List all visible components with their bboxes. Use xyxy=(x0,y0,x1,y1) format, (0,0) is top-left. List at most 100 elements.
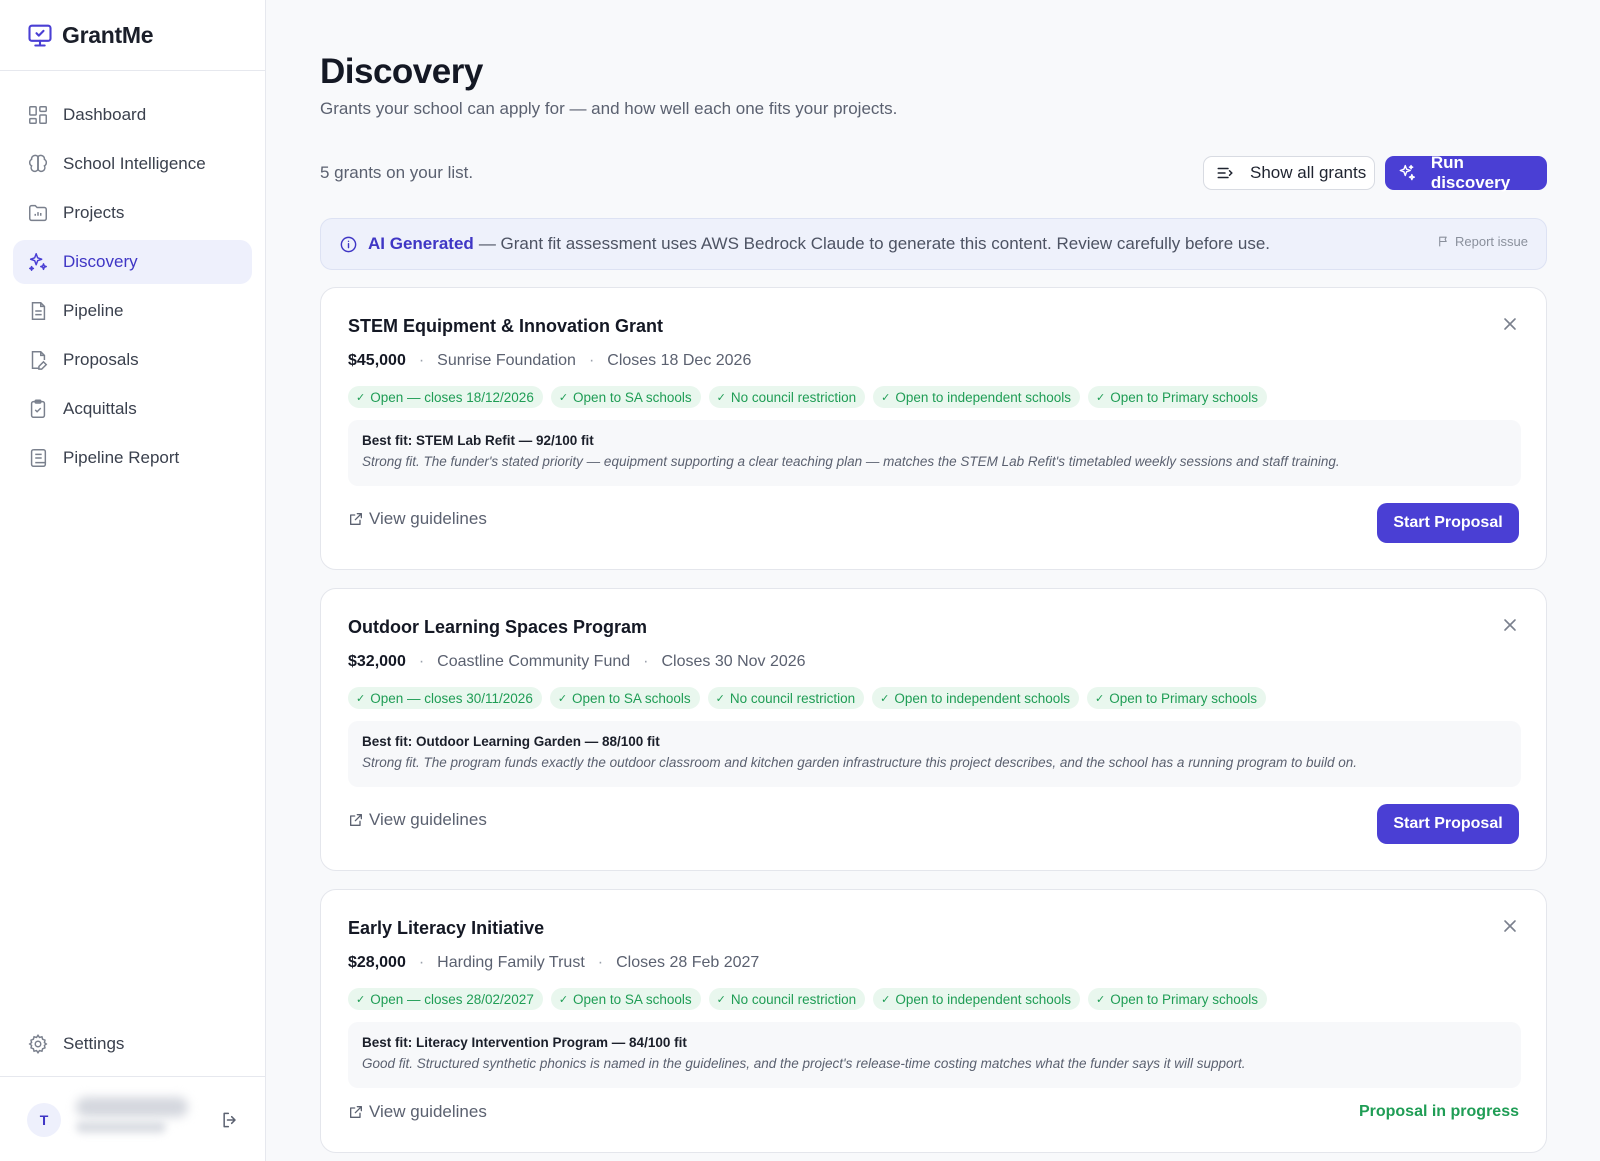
start-proposal-button[interactable]: Start Proposal xyxy=(1377,503,1519,543)
sidebar-item-pipeline-report[interactable]: Pipeline Report xyxy=(13,436,252,480)
check-icon: ✓ xyxy=(715,692,725,705)
eligibility-chips: ✓ Open — closes 30/11/2026 ✓ Open to SA sc… xyxy=(348,687,1267,709)
view-guidelines-link[interactable]: View guidelines xyxy=(348,509,487,529)
avatar[interactable]: T xyxy=(27,1103,61,1137)
sidebar-item-label: Pipeline xyxy=(63,301,124,320)
sidebar-item-label: Proposals xyxy=(63,350,139,369)
sidebar-item-label: Dashboard xyxy=(63,105,147,124)
grant-title: STEM Equipment & Innovation Grant xyxy=(348,316,663,336)
grant-title: Outdoor Learning Spaces Program xyxy=(348,617,648,637)
eligibility-chip: ✓ Open to Primary schools xyxy=(1087,687,1267,709)
view-guidelines-label: View guidelines xyxy=(369,509,487,528)
eligibility-chip: ✓ Open to independent schools xyxy=(873,386,1080,408)
check-icon: ✓ xyxy=(558,993,569,1006)
view-profile-redacted[interactable] xyxy=(76,1121,166,1133)
grant-amount: $45,000 xyxy=(348,352,406,369)
grant-amount: $32,000 xyxy=(348,653,406,670)
close-icon[interactable] xyxy=(1502,316,1518,332)
chip-label: Open to SA schools xyxy=(572,690,691,706)
report-issue-link[interactable]: Report issue xyxy=(1437,234,1528,249)
eligibility-chips: ✓ Open — closes 18/12/2026 ✓ Open to SA sc… xyxy=(348,386,1268,408)
grant-closes: Closes 30 Nov 2026 xyxy=(661,653,806,670)
check-icon: ✓ xyxy=(881,993,891,1006)
check-icon: ✓ xyxy=(356,391,366,404)
sidebar-item-label: Pipeline Report xyxy=(63,448,180,467)
grant-meta: $32,000 · Coastline Community Fund · Close… xyxy=(348,653,806,670)
sidebar-item-projects[interactable]: Projects xyxy=(13,191,252,235)
sidebar-item-label: Projects xyxy=(63,203,125,222)
eligibility-chip: ✓ No council restriction xyxy=(708,386,866,408)
folder-chart-icon xyxy=(27,202,49,224)
best-fit-box: Best fit: Literacy Intervention Program … xyxy=(348,1022,1521,1088)
eligibility-chip: ✓ Open to SA schools xyxy=(549,687,700,709)
chip-label: Open to independent schools xyxy=(895,389,1071,405)
grant-card: STEM Equipment & Innovation Grant $45,00… xyxy=(320,287,1547,570)
best-fit-description: Strong fit. The funder's stated priority… xyxy=(362,454,1340,469)
proposal-status[interactable]: Proposal in progress xyxy=(1359,1103,1519,1121)
flag-icon xyxy=(1439,236,1447,247)
best-fit-title: Best fit: STEM Lab Refit — 92/100 fit xyxy=(362,433,594,448)
grant-title: Early Literacy Initiative xyxy=(348,918,545,938)
brand-name: GrantMe xyxy=(62,21,154,48)
external-link-icon xyxy=(350,814,362,826)
report-issue-label: Report issue xyxy=(1455,234,1528,249)
chip-label: Open to Primary schools xyxy=(1109,690,1258,706)
sidebar-item-dashboard[interactable]: Dashboard xyxy=(13,93,252,137)
logout-icon[interactable] xyxy=(220,1110,240,1130)
check-icon: ✓ xyxy=(716,391,726,404)
user-profile[interactable]: T xyxy=(0,1076,265,1161)
sidebar-item-label: School Intelligence xyxy=(63,154,206,173)
chip-label: No council restriction xyxy=(730,991,857,1007)
grant-funder: Coastline Community Fund xyxy=(437,653,631,670)
gear-icon xyxy=(27,1033,49,1055)
grant-meta: $45,000 · Sunrise Foundation · Closes 18 D… xyxy=(348,352,752,369)
run-discovery-button[interactable]: Run discovery xyxy=(1385,153,1547,192)
best-fit-box: Best fit: Outdoor Learning Garden — 88/1… xyxy=(348,721,1521,787)
scroll-icon xyxy=(27,447,49,469)
check-icon: ✓ xyxy=(558,391,569,404)
show-all-grants-button[interactable]: Show all grants xyxy=(1203,156,1375,190)
list-filter-icon xyxy=(1217,167,1233,179)
clipboard-check-icon xyxy=(27,398,49,420)
eligibility-chips: ✓ Open — closes 28/02/2027 ✓ Open to SA sc… xyxy=(348,988,1268,1010)
sidebar-item-discovery[interactable]: Discovery xyxy=(13,240,252,284)
view-guidelines-link[interactable]: View guidelines xyxy=(348,810,487,830)
start-proposal-button[interactable]: Start Proposal xyxy=(1377,804,1519,844)
best-fit-box: Best fit: STEM Lab Refit — 92/100 fit St… xyxy=(348,420,1521,486)
close-icon[interactable] xyxy=(1502,617,1518,633)
sidebar-item-settings[interactable]: Settings xyxy=(13,1022,252,1066)
close-icon[interactable] xyxy=(1502,918,1518,934)
brand[interactable]: GrantMe xyxy=(0,0,265,71)
chip-label: Open — closes 30/11/2026 xyxy=(370,690,533,706)
page-subtitle: Grants your school can apply for — and h… xyxy=(320,99,898,118)
sidebar-item-acquittals[interactable]: Acquittals xyxy=(13,387,252,431)
grant-card: Outdoor Learning Spaces Program $32,000 ·… xyxy=(320,588,1547,871)
eligibility-chip: ✓ Open — closes 28/02/2027 xyxy=(348,988,543,1010)
chip-label: Open to independent schools xyxy=(895,991,1071,1007)
document-icon xyxy=(27,300,49,322)
sidebar-item-pipeline[interactable]: Pipeline xyxy=(13,289,252,333)
chip-label: Open to SA schools xyxy=(573,991,692,1007)
check-icon: ✓ xyxy=(1096,391,1106,404)
run-discovery-label: Run discovery xyxy=(1430,153,1511,192)
user-name-redacted xyxy=(76,1097,188,1117)
chip-label: Open — closes 28/02/2027 xyxy=(370,991,534,1007)
best-fit-description: Strong fit. The program funds exactly th… xyxy=(362,755,1358,770)
brain-icon xyxy=(27,153,49,175)
eligibility-chip: ✓ Open to SA schools xyxy=(550,386,701,408)
info-icon xyxy=(340,236,357,252)
chip-label: Open to Primary schools xyxy=(1110,991,1259,1007)
grant-closes: Closes 18 Dec 2026 xyxy=(607,352,752,369)
sidebar-item-school-intelligence[interactable]: School Intelligence xyxy=(13,142,252,186)
sidebar-nav: Dashboard School Intelligence Projects D… xyxy=(0,93,265,480)
sidebar-item-proposals[interactable]: Proposals xyxy=(13,338,252,382)
sparkles-icon xyxy=(1399,164,1416,181)
chip-label: Open to independent schools xyxy=(894,690,1070,706)
check-icon: ✓ xyxy=(1096,993,1106,1006)
view-guidelines-link[interactable]: View guidelines xyxy=(348,1102,487,1122)
check-icon: ✓ xyxy=(356,993,366,1006)
grant-funder: Sunrise Foundation xyxy=(437,352,576,369)
view-guidelines-label: View guidelines xyxy=(369,1102,487,1121)
eligibility-chip: ✓ Open — closes 18/12/2026 xyxy=(348,386,543,408)
sidebar-item-label: Discovery xyxy=(63,252,138,271)
